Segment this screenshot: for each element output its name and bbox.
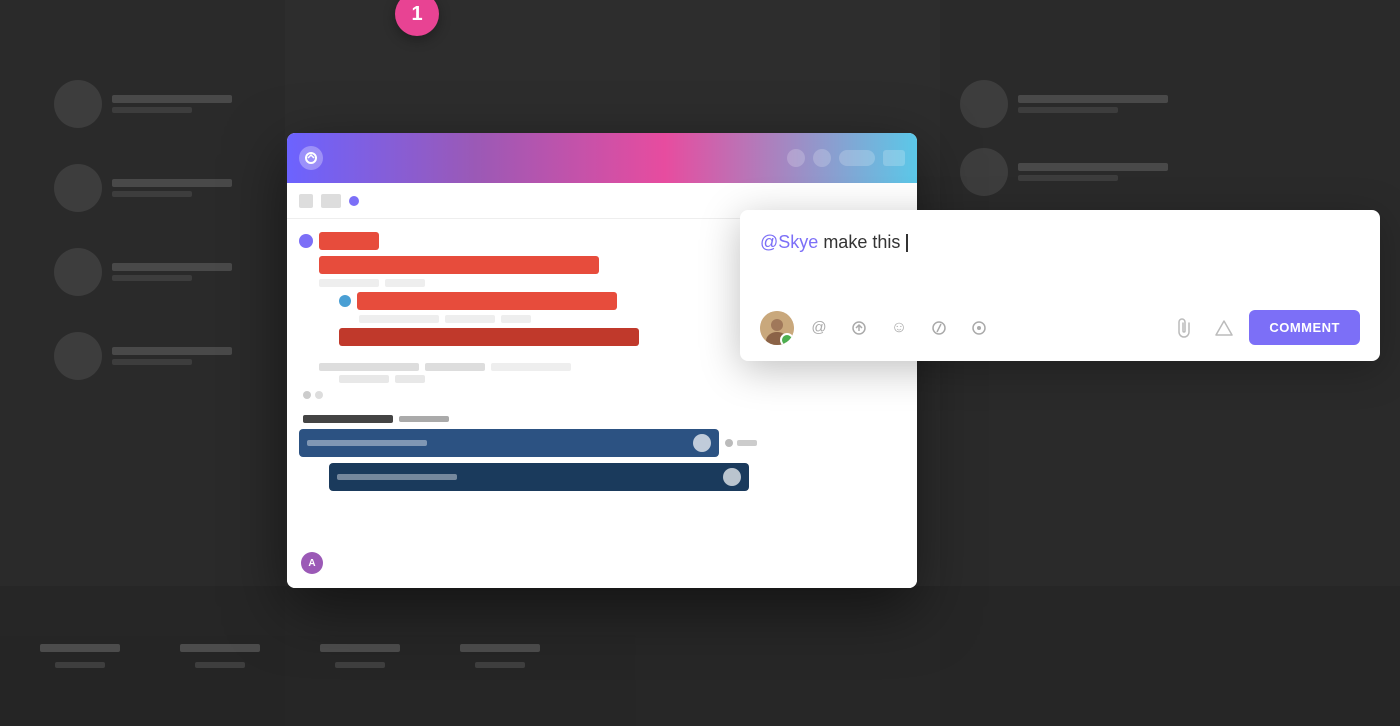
gantt-bar-3 — [357, 292, 617, 310]
grid-icon[interactable] — [299, 194, 313, 208]
blue-bar-actions-1 — [725, 439, 757, 447]
bg-avatar-2 — [54, 164, 102, 212]
header-search-icon[interactable] — [813, 149, 831, 167]
spacer-3 — [299, 363, 905, 371]
target-icon — [971, 320, 987, 336]
bg-row-1 — [54, 80, 232, 128]
spacer-4 — [299, 375, 905, 383]
emoji-button[interactable]: ☺ — [884, 313, 914, 343]
bg-row-4 — [54, 332, 232, 380]
section-title — [303, 415, 393, 423]
bg-bottom-item-1 — [40, 644, 120, 668]
blue-bar-circle-2 — [723, 468, 741, 486]
header-extra-icon[interactable] — [883, 150, 905, 166]
small-dots-row — [299, 391, 905, 399]
bg-row-2 — [54, 164, 232, 212]
comment-toolbar: @ ☺ — [760, 310, 1360, 345]
bg-right-avatar-2 — [960, 148, 1008, 196]
blue-bar-row-2 — [299, 463, 905, 491]
at-icon: @ — [811, 319, 826, 336]
bg-text-2 — [112, 179, 232, 197]
blue-bar-row-1 — [299, 429, 905, 457]
bg-right-row-2 — [960, 148, 1380, 196]
blue-bar-circle-1 — [693, 434, 711, 452]
comment-text: make this — [823, 232, 905, 252]
online-indicator — [784, 335, 794, 345]
bg-avatar-1 — [54, 80, 102, 128]
gantt-bar-2 — [319, 256, 599, 274]
attachment-button[interactable] — [1169, 313, 1199, 343]
notification-badge[interactable]: 1 — [395, 0, 439, 36]
header-bar-icon[interactable] — [839, 150, 875, 166]
gantt-bar-1 — [319, 232, 379, 250]
comment-button[interactable]: COMMENT — [1249, 310, 1360, 345]
blue-section-header — [299, 415, 905, 423]
target-button[interactable] — [964, 313, 994, 343]
commenter-avatar — [760, 311, 794, 345]
slash-icon — [931, 320, 947, 336]
assign-icon — [851, 320, 867, 336]
section-subtitle — [399, 416, 449, 422]
add-icon[interactable] — [349, 196, 359, 206]
comment-cursor — [906, 234, 908, 252]
bg-text-4 — [112, 347, 232, 365]
row-indicator-2 — [339, 295, 351, 307]
bg-right-row-1 — [960, 80, 1380, 128]
blue-gantt-bar-1 — [299, 429, 719, 457]
app-logo-icon — [299, 146, 323, 170]
slash-button[interactable] — [924, 313, 954, 343]
bg-text-3 — [112, 263, 232, 281]
gantt-blue-section — [299, 415, 905, 491]
at-mention-button[interactable]: @ — [804, 313, 834, 343]
bg-bottom-item-4 — [460, 644, 540, 668]
bg-bottom-item-3 — [320, 644, 400, 668]
blue-bar-inner-1 — [307, 440, 427, 446]
bg-bottom-item-2 — [180, 644, 260, 668]
gantt-bar-4 — [339, 328, 639, 346]
comment-popup: @Skye make this @ ☺ — [740, 210, 1380, 361]
app-user-avatar: A — [301, 552, 323, 574]
blue-gantt-bar-2 — [329, 463, 749, 491]
comment-mention: @Skye — [760, 232, 818, 252]
bg-right-avatar-1 — [960, 80, 1008, 128]
bg-avatar-4 — [54, 332, 102, 380]
assign-button[interactable] — [844, 313, 874, 343]
app-header — [287, 133, 917, 183]
bg-right-text-2 — [1018, 163, 1168, 181]
bg-row-3 — [54, 248, 232, 296]
bg-text-1 — [112, 95, 232, 113]
attachment-icon — [1176, 318, 1192, 338]
bg-avatar-3 — [54, 248, 102, 296]
background-bottom-bar — [0, 586, 1400, 726]
header-bell-icon[interactable] — [787, 149, 805, 167]
drive-button[interactable] — [1209, 313, 1239, 343]
emoji-icon: ☺ — [891, 319, 907, 337]
blue-bar-inner-2 — [337, 474, 457, 480]
section-spacer — [299, 363, 905, 383]
row-indicator-1 — [299, 234, 313, 248]
drive-icon — [1215, 320, 1233, 336]
list-icon[interactable] — [321, 194, 341, 208]
bg-right-text-1 — [1018, 95, 1168, 113]
comment-text-area[interactable]: @Skye make this — [760, 230, 1360, 290]
